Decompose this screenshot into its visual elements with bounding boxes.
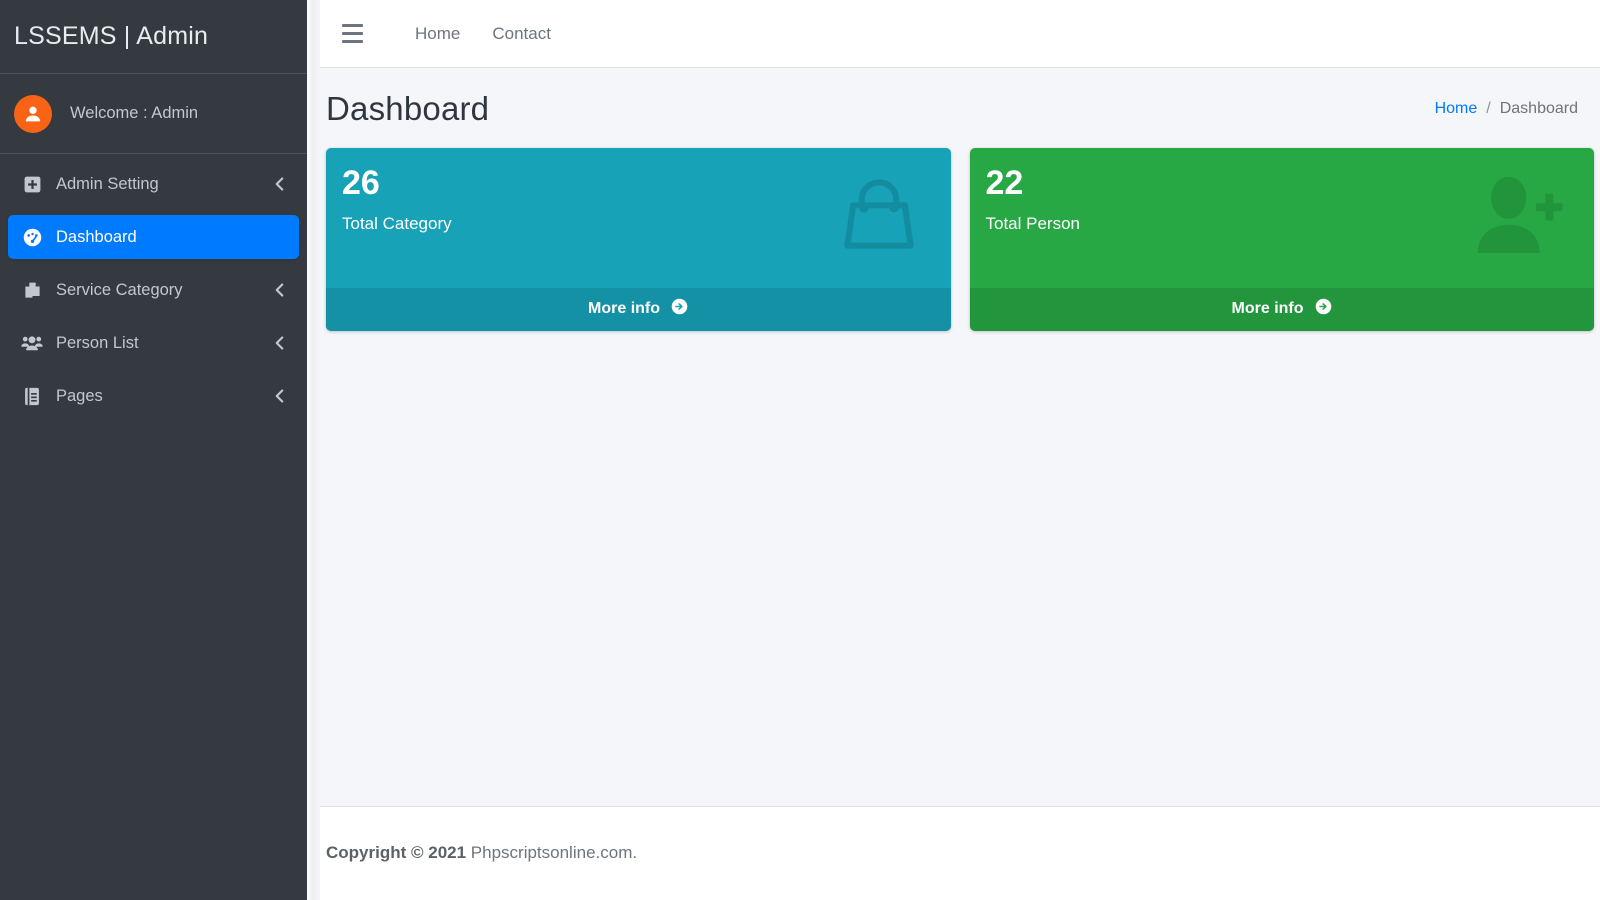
breadcrumb-separator: / — [1486, 100, 1491, 117]
sidebar-item-label: Dashboard — [56, 227, 137, 246]
info-card-count: 22 — [985, 164, 1024, 202]
tachometer-icon — [18, 227, 46, 248]
admin-dashboard-page: LSSEMS | Admin Welcome : Admin Admin Set… — [0, 0, 1600, 900]
info-card-more-info-link[interactable]: More info — [969, 288, 1594, 331]
brand-title: LSSEMS | Admin — [14, 22, 209, 50]
more-info-label: More info — [588, 300, 661, 317]
info-card-label: Total Category — [342, 213, 452, 233]
sidebar-item-label: Pages — [56, 386, 103, 405]
info-card-body: 22 Total Person — [970, 148, 1595, 288]
chevron-left-icon[interactable] — [274, 177, 285, 192]
chevron-left-icon[interactable] — [274, 389, 285, 404]
sidebar-item-dashboard[interactable]: Dashboard — [8, 215, 299, 259]
breadcrumb-current: Dashboard — [1499, 100, 1578, 117]
avatar — [14, 94, 52, 133]
info-card-body: 26 Total Category — [326, 148, 951, 288]
content-header: Dashboard Home / Dashboard — [320, 68, 1600, 148]
info-card-more-info-link[interactable]: More info — [326, 288, 951, 331]
top-navbar: Home Contact — [320, 0, 1600, 68]
info-card-total-person[interactable]: 22 Total Person More info — [969, 148, 1595, 331]
copyright-site: Phpscriptsonline.com. — [466, 843, 638, 862]
sidebar-item-label: Service Category — [56, 280, 183, 299]
page-title: Dashboard — [326, 90, 490, 127]
arrow-circle-right-icon — [1315, 298, 1332, 320]
info-cards-row: 26 Total Category More info 22 Total Per… — [320, 148, 1600, 331]
copyright-text: Copyright © 2021 Phpscriptsonline.com. — [326, 843, 637, 863]
main-area: Home Contact Dashboard Home / Dashboard … — [320, 0, 1600, 900]
arrow-circle-right-icon — [671, 298, 688, 320]
more-info-label: More info — [1231, 300, 1304, 317]
book-icon — [18, 387, 46, 406]
content-wrapper: Dashboard Home / Dashboard 26 Total Cate… — [320, 68, 1600, 807]
sidebar-scrollbar[interactable] — [307, 0, 320, 900]
navbar-link-home[interactable]: Home — [399, 18, 476, 50]
breadcrumb-home[interactable]: Home — [1435, 100, 1478, 118]
sidebar: LSSEMS | Admin Welcome : Admin Admin Set… — [0, 0, 307, 900]
hamburger-icon[interactable] — [335, 17, 369, 51]
sidebar-item-service-category[interactable]: Service Category — [8, 268, 299, 312]
welcome-label: Welcome : Admin — [70, 104, 199, 122]
sidebar-item-person-list[interactable]: Person List — [8, 321, 299, 365]
sidebar-item-label: Admin Setting — [56, 174, 159, 193]
chevron-left-icon[interactable] — [274, 336, 285, 351]
info-card-total-category[interactable]: 26 Total Category More info — [326, 148, 951, 331]
copy-files-icon — [18, 281, 46, 300]
plus-square-icon — [18, 175, 46, 194]
sidebar-brand[interactable]: LSSEMS | Admin — [0, 0, 307, 74]
sidebar-nav: Admin Setting Dashboard Service Category… — [0, 154, 307, 418]
sidebar-user-panel: Welcome : Admin — [0, 74, 307, 154]
info-card-label: Total Person — [985, 213, 1081, 233]
breadcrumb: Home / Dashboard — [1435, 100, 1578, 118]
sidebar-item-label: Person List — [56, 333, 139, 352]
page-footer: Copyright © 2021 Phpscriptsonline.com. — [320, 807, 1600, 899]
users-icon — [18, 333, 46, 353]
sidebar-item-pages[interactable]: Pages — [8, 374, 299, 418]
chevron-left-icon[interactable] — [274, 283, 285, 298]
info-card-count: 26 — [342, 164, 380, 202]
copyright-strong: Copyright © 2021 — [326, 843, 467, 862]
navbar-link-contact[interactable]: Contact — [476, 18, 567, 50]
sidebar-item-admin-setting[interactable]: Admin Setting — [8, 162, 299, 206]
